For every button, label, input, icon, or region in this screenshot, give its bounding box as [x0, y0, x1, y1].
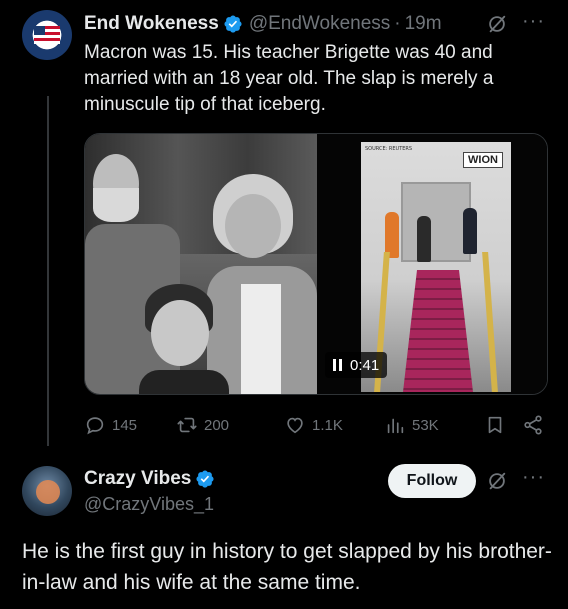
verified-badge-icon: [196, 470, 214, 488]
views-button[interactable]: 53K: [384, 410, 439, 440]
tweet-actions: 145 200 1.1K 53K: [84, 410, 548, 440]
reply-count: 145: [112, 416, 138, 434]
time-separator: ·: [394, 13, 401, 34]
grok-icon[interactable]: [486, 470, 508, 492]
thread-line: [47, 96, 49, 446]
flag-icon: [34, 26, 60, 44]
repost-button[interactable]: 200: [176, 410, 229, 440]
media-container[interactable]: SOURCE: REUTERS WION 0:41: [84, 133, 548, 395]
red-carpet-stairs: [403, 270, 473, 392]
channel-logo: WION: [463, 152, 503, 168]
video-time: 0:41: [350, 356, 380, 374]
more-options-icon[interactable]: ···: [522, 466, 545, 489]
follow-button[interactable]: Follow: [388, 464, 476, 498]
author-handle[interactable]: @CrazyVibes_1: [84, 494, 214, 515]
video-timecode[interactable]: 0:41: [325, 352, 388, 378]
share-button[interactable]: [522, 410, 544, 440]
video-player[interactable]: SOURCE: REUTERS WION 0:41: [317, 134, 547, 394]
bookmark-icon: [488, 416, 502, 434]
timestamp[interactable]: 19m: [405, 13, 442, 35]
heart-icon: [287, 417, 303, 434]
author-name[interactable]: End Wokeness: [84, 13, 219, 35]
reply-icon: [86, 417, 104, 435]
repost-icon: [177, 417, 197, 433]
grok-icon[interactable]: [486, 13, 508, 35]
share-icon: [524, 415, 542, 435]
repost-count: 200: [204, 416, 230, 434]
verified-badge-icon: [224, 15, 242, 33]
bookmark-button[interactable]: [484, 410, 506, 440]
views-icon: [387, 418, 404, 434]
reply-header: Crazy Vibes: [84, 468, 221, 490]
video-source-label: SOURCE: REUTERS: [365, 146, 413, 152]
like-button[interactable]: 1.1K: [284, 410, 343, 440]
photo[interactable]: [85, 134, 317, 394]
reply-text: He is the first guy in history to get sl…: [22, 540, 552, 594]
tweet-header: End Wokeness @EndWokeness · 19m: [84, 12, 442, 36]
pause-icon[interactable]: [333, 359, 342, 371]
tweet-text: Macron was 15. His teacher Brigette was …: [84, 42, 494, 115]
more-options-icon[interactable]: ···: [522, 10, 545, 33]
avatar[interactable]: [22, 10, 72, 60]
aircraft-door: [401, 182, 471, 262]
author-handle[interactable]: @EndWokeness: [249, 13, 390, 35]
like-count: 1.1K: [312, 416, 343, 434]
views-count: 53K: [412, 416, 439, 434]
photo-boy: [139, 284, 229, 394]
avatar[interactable]: [22, 466, 72, 516]
reply-button[interactable]: 145: [84, 410, 137, 440]
author-name[interactable]: Crazy Vibes: [84, 468, 191, 490]
